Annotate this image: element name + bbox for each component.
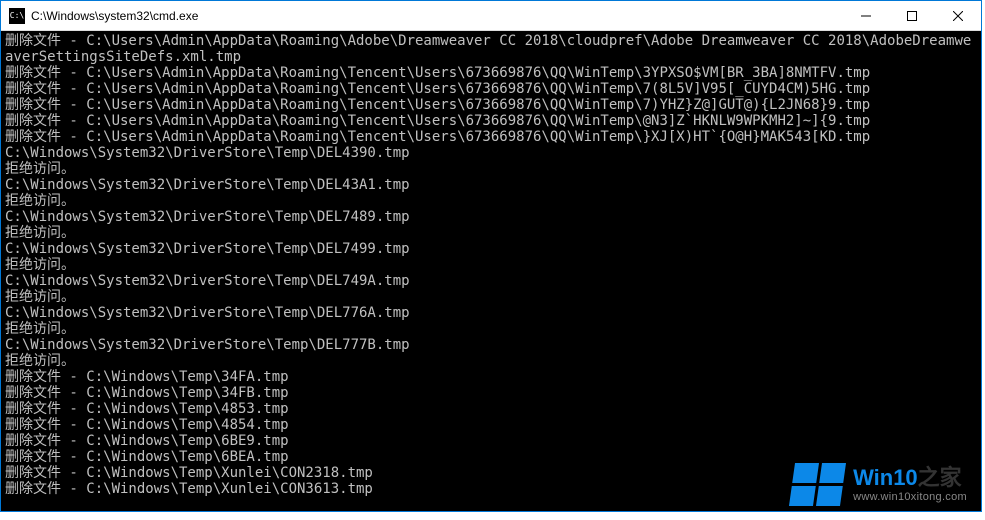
minimize-icon	[861, 11, 871, 21]
close-icon	[953, 11, 963, 21]
maximize-icon	[907, 11, 917, 21]
cmd-icon: C:\	[9, 8, 25, 24]
titlebar[interactable]: C:\ C:\Windows\system32\cmd.exe	[1, 1, 981, 31]
cmd-window: C:\ C:\Windows\system32\cmd.exe 删除文件 - C…	[0, 0, 982, 512]
window-controls	[843, 1, 981, 30]
terminal-output[interactable]: 删除文件 - C:\Users\Admin\AppData\Roaming\Ad…	[1, 31, 981, 511]
window-title: C:\Windows\system32\cmd.exe	[31, 9, 843, 23]
maximize-button[interactable]	[889, 1, 935, 30]
close-button[interactable]	[935, 1, 981, 30]
minimize-button[interactable]	[843, 1, 889, 30]
